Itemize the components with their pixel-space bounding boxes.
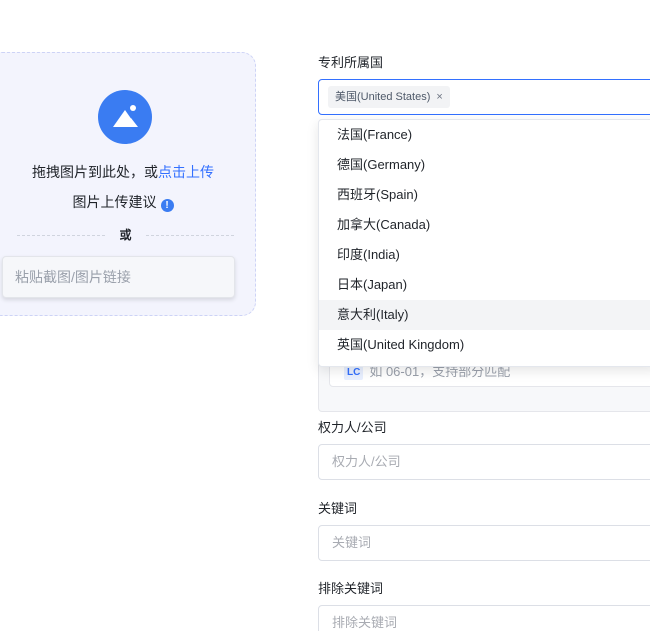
country-option-uk[interactable]: 英国(United Kingdom) (319, 330, 650, 360)
tag-close-icon[interactable]: × (436, 91, 442, 103)
drag-text: 拖拽图片到此处，或 (32, 164, 158, 180)
selected-country-tag: 美国(United States) × (328, 86, 450, 108)
country-label: 专利所属国 (318, 55, 384, 70)
paste-image-input[interactable]: 粘贴截图/图片链接 (2, 256, 235, 298)
upload-suggestion[interactable]: 图片上传建议! (0, 193, 257, 212)
country-option-spain[interactable]: 西班牙(Spain) (319, 180, 650, 210)
assignee-label: 权力人/公司 (318, 420, 387, 435)
country-option-india[interactable]: 印度(India) (319, 240, 650, 270)
drag-instruction: 拖拽图片到此处，或点击上传 (0, 163, 257, 181)
country-option-france[interactable]: 法国(France) (319, 120, 650, 150)
country-option-italy[interactable]: 意大利(Italy) (319, 300, 650, 330)
exclude-keyword-label: 排除关键词 (318, 581, 384, 596)
country-option-canada[interactable]: 加拿大(Canada) (319, 210, 650, 240)
country-multi-select[interactable]: 美国(United States) × (318, 79, 650, 115)
divider-line-right (146, 235, 234, 236)
image-upload-icon (98, 90, 152, 144)
or-divider: 或 (17, 227, 234, 243)
country-option-japan[interactable]: 日本(Japan) (319, 270, 650, 300)
country-option-germany[interactable]: 德国(Germany) (319, 150, 650, 180)
date-badge: LC (344, 366, 364, 380)
keyword-label: 关键词 (318, 501, 358, 516)
upload-suggestion-label: 图片上传建议 (72, 194, 157, 210)
info-icon[interactable]: ! (160, 199, 174, 212)
exclude-keyword-input[interactable]: 排除关键词 (318, 605, 650, 631)
patent-search-page: 拖拽图片到此处，或点击上传 图片上传建议! 或 粘贴截图/图片链接 专利所属国 … (0, 0, 650, 631)
assignee-input[interactable]: 权力人/公司 (318, 444, 650, 480)
click-upload-link[interactable]: 点击上传 (158, 164, 214, 180)
country-dropdown[interactable]: 法国(France) 德国(Germany) 西班牙(Spain) 加拿大(Ca… (318, 119, 650, 367)
image-upload-dropzone[interactable]: 拖拽图片到此处，或点击上传 图片上传建议! 或 粘贴截图/图片链接 (0, 52, 256, 316)
selected-country-text: 美国(United States) (335, 91, 431, 103)
keyword-input[interactable]: 关键词 (318, 525, 650, 561)
